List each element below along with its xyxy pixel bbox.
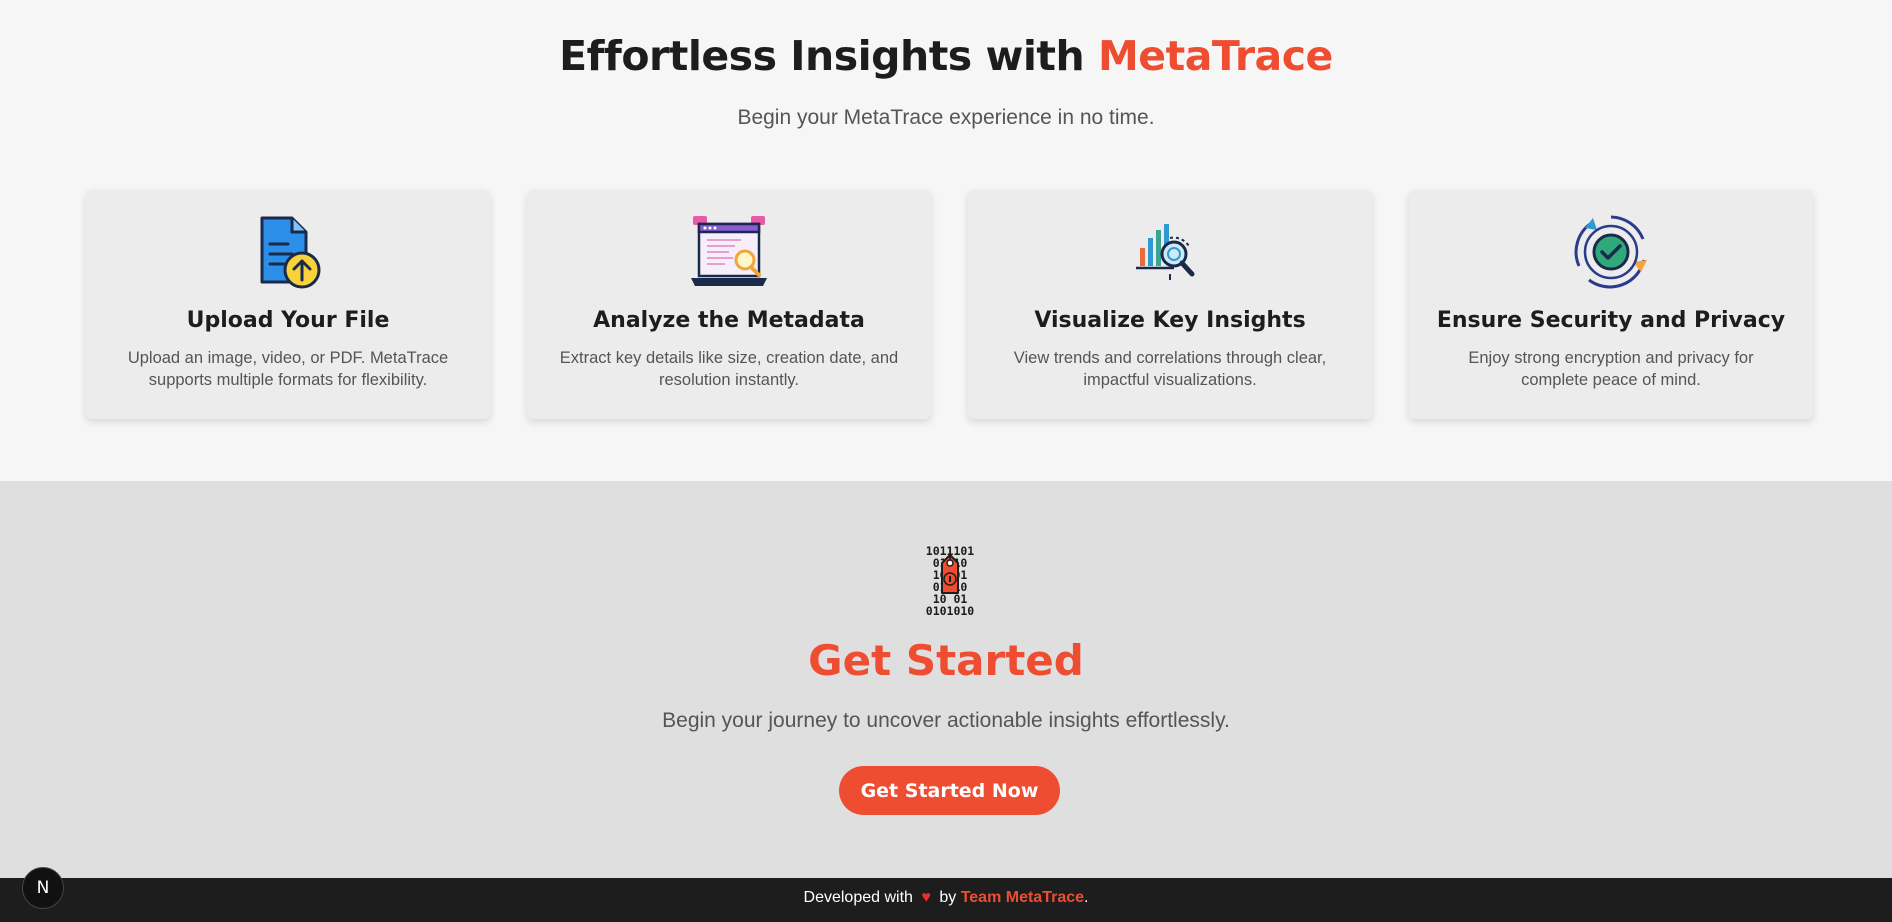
get-started-section: 1011101 01 10 10 01 01 10 10 01 0101010 Get S… bbox=[0, 481, 1892, 878]
heart-icon: ♥ bbox=[921, 889, 931, 906]
nextjs-dev-badge[interactable]: N bbox=[22, 867, 64, 909]
footer-suffix: . bbox=[1084, 889, 1089, 906]
card-title: Ensure Security and Privacy bbox=[1436, 308, 1786, 333]
card-description: Enjoy strong encryption and privacy for … bbox=[1468, 349, 1754, 389]
get-started-subtitle: Begin your journey to uncover actionable… bbox=[662, 709, 1230, 732]
feature-card-visualize: Visualize Key Insights View trends and c… bbox=[968, 190, 1372, 419]
hero-section: Effortless Insights with MetaTrace Begin… bbox=[0, 0, 1892, 481]
card-title: Upload Your File bbox=[186, 308, 390, 333]
footer-by: by bbox=[939, 889, 957, 906]
team-metatrace-link[interactable]: Team MetaTrace bbox=[961, 889, 1084, 906]
get-started-now-button[interactable]: Get Started Now bbox=[839, 766, 1060, 815]
shield-check-icon bbox=[1571, 214, 1651, 290]
title-brand: MetaTrace bbox=[1097, 32, 1333, 80]
card-description: View trends and correlations through cle… bbox=[1013, 349, 1327, 389]
title-prefix: Effortless Insights with bbox=[559, 32, 1098, 80]
card-description: Extract key details like size, creation … bbox=[559, 349, 899, 389]
footer: Developed with ♥ by Team MetaTrace. bbox=[0, 878, 1892, 922]
card-title: Analyze the Metadata bbox=[593, 308, 865, 333]
page-title: Effortless Insights with MetaTrace bbox=[0, 32, 1892, 80]
upload-file-icon bbox=[248, 214, 328, 290]
card-description: Upload an image, video, or PDF. MetaTrac… bbox=[127, 349, 449, 389]
binary-row: 0101010 bbox=[926, 604, 975, 617]
feature-card-security: Ensure Security and Privacy Enjoy strong… bbox=[1409, 190, 1813, 419]
feature-card-analyze: Analyze the Metadata Extract key details… bbox=[527, 190, 931, 419]
get-started-title: Get Started bbox=[808, 636, 1084, 685]
chart-magnifier-icon bbox=[1130, 214, 1210, 290]
analyze-laptop-icon bbox=[689, 214, 769, 290]
binary-tag-logo-icon: 1011101 01 10 10 01 01 10 10 01 0101010 bbox=[914, 543, 986, 618]
card-title: Visualize Key Insights bbox=[1034, 308, 1306, 333]
footer-prefix: Developed with bbox=[803, 889, 913, 906]
feature-card-upload: Upload Your File Upload an image, video,… bbox=[86, 190, 490, 419]
hero-subtitle: Begin your MetaTrace experience in no ti… bbox=[737, 106, 1155, 129]
